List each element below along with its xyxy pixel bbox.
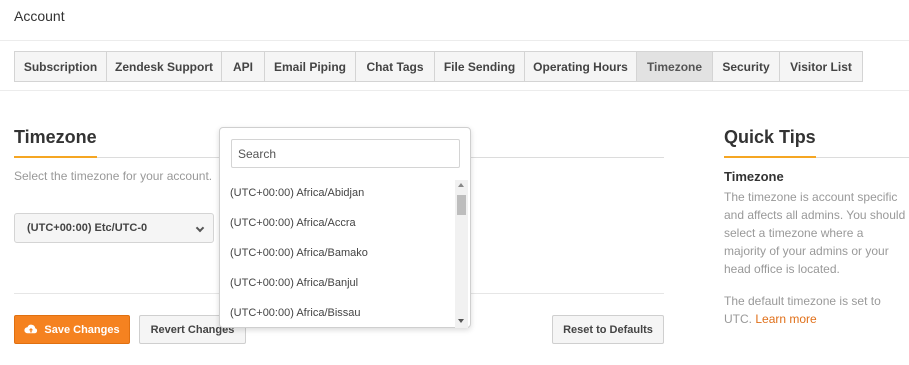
chevron-down-icon <box>195 223 205 233</box>
tab-security[interactable]: Security <box>713 52 780 81</box>
reset-to-defaults-button[interactable]: Reset to Defaults <box>552 315 664 344</box>
tab-visitor-list[interactable]: Visitor List <box>780 52 863 81</box>
timezone-option[interactable]: (UTC+00:00) Africa/Abidjan <box>220 178 454 208</box>
tab-subscription[interactable]: Subscription <box>15 52 107 81</box>
section-description: Select the timezone for your account. <box>14 169 213 183</box>
save-changes-button[interactable]: Save Changes <box>14 315 130 344</box>
learn-more-link[interactable]: Learn more <box>755 312 816 326</box>
dropdown-scrollbar[interactable] <box>455 180 468 328</box>
scroll-down-arrow-icon[interactable] <box>458 319 464 323</box>
tab-chat-tags[interactable]: Chat Tags <box>356 52 435 81</box>
tab-api[interactable]: API <box>222 52 265 81</box>
timezone-select-value: (UTC+00:00) Etc/UTC-0 <box>27 222 148 234</box>
quick-tips-title: Quick Tips <box>724 127 816 147</box>
cloud-upload-icon <box>24 324 38 334</box>
quick-tips-accent <box>724 156 816 158</box>
tab-file-sending[interactable]: File Sending <box>435 52 525 81</box>
section-title: Timezone <box>14 127 97 147</box>
quick-tips-body: The timezone is account specific and aff… <box>724 190 906 276</box>
scroll-up-arrow-icon[interactable] <box>458 183 464 187</box>
quick-tips-subtitle: Timezone <box>724 169 784 184</box>
page-title: Account <box>14 8 65 24</box>
divider <box>0 90 909 91</box>
scrollbar-thumb[interactable] <box>457 195 466 215</box>
save-changes-label: Save Changes <box>44 323 120 336</box>
timezone-dropdown: (UTC+00:00) Africa/Abidjan (UTC+00:00) A… <box>219 127 471 328</box>
timezone-option[interactable]: (UTC+00:00) Africa/Accra <box>220 208 454 238</box>
tab-email-piping[interactable]: Email Piping <box>265 52 356 81</box>
timezone-option[interactable]: (UTC+00:00) Africa/Bamako <box>220 238 454 268</box>
timezone-options-list: (UTC+00:00) Africa/Abidjan (UTC+00:00) A… <box>220 178 454 328</box>
tab-bar: Subscription Zendesk Support API Email P… <box>14 51 863 82</box>
section-accent <box>14 156 97 158</box>
tab-operating-hours[interactable]: Operating Hours <box>525 52 637 81</box>
timezone-option[interactable]: (UTC+00:00) Africa/Bissau <box>220 298 454 328</box>
divider <box>0 40 909 41</box>
quick-tips-default-note: The default timezone is set to UTC. Lear… <box>724 292 906 328</box>
tab-zendesk-support[interactable]: Zendesk Support <box>107 52 222 81</box>
timezone-search-input[interactable] <box>231 139 460 168</box>
timezone-select[interactable]: (UTC+00:00) Etc/UTC-0 <box>14 213 214 243</box>
tab-timezone[interactable]: Timezone <box>637 52 713 81</box>
timezone-option[interactable]: (UTC+00:00) Africa/Banjul <box>220 268 454 298</box>
